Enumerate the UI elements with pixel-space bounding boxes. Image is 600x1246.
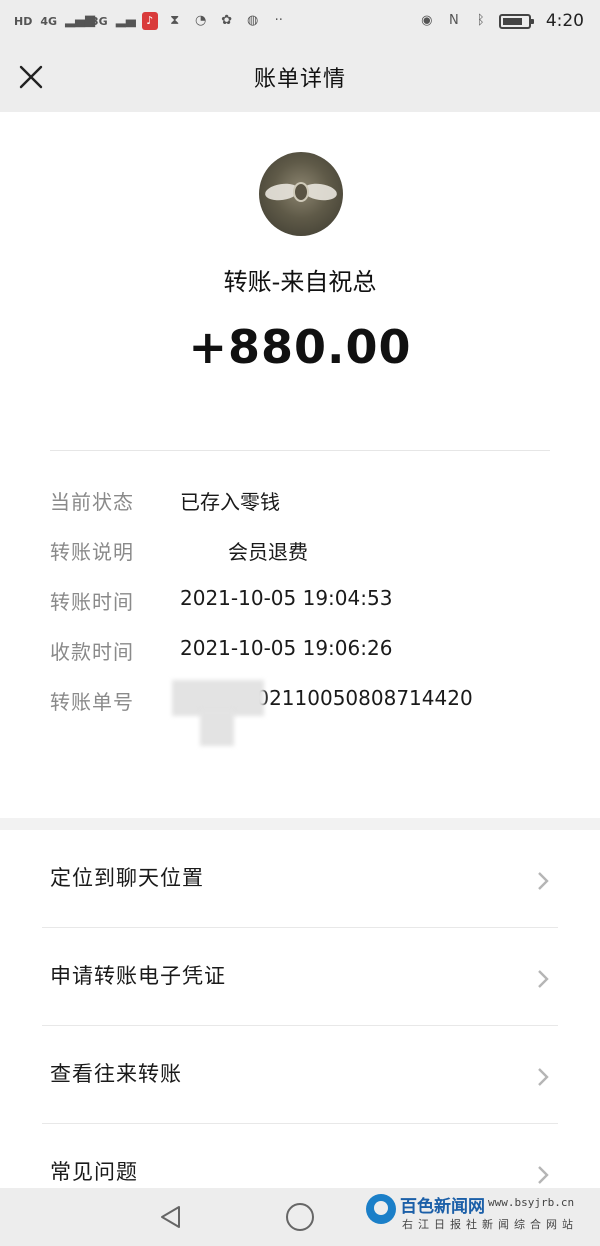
eye-icon: ◉	[421, 13, 433, 28]
detail-label: 转账单号	[50, 690, 134, 714]
detail-label: 转账说明	[50, 540, 134, 564]
chevron-right-icon	[538, 1068, 549, 1086]
hd-icon: HD	[14, 14, 33, 28]
status-time: 4:20	[545, 11, 584, 31]
status-right: ◉ N ᛒ 4:20	[418, 11, 584, 31]
news-logo-icon	[366, 1194, 396, 1224]
menu-item-label: 申请转账电子凭证	[50, 964, 226, 988]
detail-value: 已存入零钱	[180, 490, 280, 514]
transfer-payer: 转账-来自祝总	[223, 268, 377, 296]
chevron-right-icon	[538, 872, 549, 890]
menu-item-e-voucher[interactable]: 申请转账电子凭证	[0, 928, 600, 1026]
signal-bars-icon-2: ▂▄	[115, 13, 136, 28]
baidu-icon: ✿	[221, 13, 233, 28]
avatar-emblem	[293, 182, 309, 202]
action-menu: 定位到聊天位置 申请转账电子凭证 查看往来转账 常见问题	[0, 830, 600, 1222]
avatar[interactable]	[259, 152, 343, 236]
navigation-bar: 账单详情	[0, 42, 600, 112]
detail-row-status: 当前状态 已存入零钱	[50, 486, 570, 536]
chevron-right-icon	[538, 1166, 549, 1184]
page-title: 账单详情	[253, 67, 346, 92]
detail-value: 2021-10-05 19:06:26	[180, 636, 393, 660]
watermark-url: www.bsyjrb.cn	[488, 1196, 575, 1209]
vpn-icon: ◍	[247, 13, 259, 28]
battery-icon	[498, 13, 534, 29]
status-left: HD 4G ▂▄▆ 3G ▂▄ ♪ ⧗ ◔ ✿ ◍ ··	[14, 12, 288, 30]
detail-row-transfer-time: 转账时间 2021-10-05 19:04:53	[50, 586, 570, 636]
back-icon[interactable]	[158, 1204, 184, 1230]
detail-row-note: 转账说明 会员退费	[50, 536, 570, 586]
watermark-name: 百色新闻网	[400, 1197, 485, 1217]
transfer-summary-card: 转账-来自祝总 +880.00 当前状态 已存入零钱 转账说明 会员退费 转账时…	[0, 112, 600, 818]
nfc-icon: N	[448, 13, 459, 28]
home-icon[interactable]	[286, 1203, 314, 1231]
mic-icon: ♪	[141, 12, 158, 30]
detail-label: 转账时间	[50, 590, 134, 614]
chevron-right-icon	[538, 970, 549, 988]
signal-3g-icon: 3G	[91, 14, 108, 28]
close-icon[interactable]	[18, 64, 44, 90]
detail-row-receive-time: 收款时间 2021-10-05 19:06:26	[50, 636, 570, 686]
transfer-amount: +880.00	[188, 320, 412, 374]
menu-item-transfer-history[interactable]: 查看往来转账	[0, 1026, 600, 1124]
detail-row-order-number: 转账单号 1000120211005080871442​0	[50, 680, 570, 746]
bluetooth-icon: ᛒ	[476, 13, 485, 28]
hourglass-icon: ⧗	[170, 13, 180, 28]
menu-item-label: 定位到聊天位置	[50, 866, 204, 890]
menu-item-label: 常见问题	[50, 1160, 138, 1184]
detail-label: 当前状态	[50, 490, 134, 514]
detail-value: 2021-10-05 19:04:53	[180, 586, 393, 610]
signal-bars-icon: ▂▄▆	[65, 13, 96, 28]
divider	[50, 450, 550, 451]
watermark: 百色新闻网 www.bsyjrb.cn 右江日报社新闻综合网站	[366, 1190, 596, 1244]
system-navigation-bar: 百色新闻网 www.bsyjrb.cn 右江日报社新闻综合网站	[0, 1188, 600, 1246]
watermark-subtitle: 右江日报社新闻综合网站	[402, 1218, 578, 1231]
signal-4g-icon: 4G	[40, 14, 58, 28]
status-bar: HD 4G ▂▄▆ 3G ▂▄ ♪ ⧗ ◔ ✿ ◍ ·· ◉ N ᛒ 4:20	[0, 0, 600, 42]
transfer-details: 当前状态 已存入零钱 转账说明 会员退费 转账时间 2021-10-05 19:…	[50, 486, 570, 746]
more-icon: ··	[274, 13, 283, 28]
detail-value: 会员退费	[228, 540, 308, 564]
section-gap	[0, 818, 600, 830]
menu-item-locate-chat[interactable]: 定位到聊天位置	[0, 830, 600, 928]
detail-label: 收款时间	[50, 640, 134, 664]
app-icon: ◔	[195, 13, 207, 28]
redaction-blur-lower	[200, 710, 234, 746]
menu-item-label: 查看往来转账	[50, 1062, 182, 1086]
